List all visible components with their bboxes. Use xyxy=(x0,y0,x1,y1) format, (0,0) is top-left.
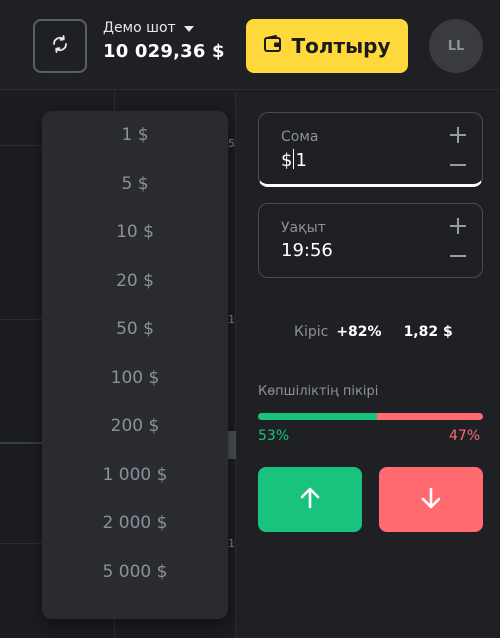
time-field[interactable]: Уақыт 19:56 xyxy=(258,203,483,278)
amount-option[interactable]: 50 $ xyxy=(42,305,228,354)
profit-amount: 1,82 $ xyxy=(403,324,453,340)
amount-option[interactable]: 1 $ xyxy=(42,111,228,160)
amount-dropdown: 1 $ 5 $ 10 $ 20 $ 50 $ 100 $ 200 $ 1 000… xyxy=(42,111,228,619)
minus-icon[interactable] xyxy=(448,155,468,175)
account-type: Демо шот xyxy=(103,20,225,36)
arrow-up-icon xyxy=(299,487,321,513)
axis-tick-label: 1 xyxy=(228,537,235,550)
buy-up-button[interactable] xyxy=(258,467,362,532)
profit-info: Кіріс +82% 1,82 $ xyxy=(294,324,453,340)
account-selector[interactable]: Демо шот 10 029,36 $ xyxy=(103,20,225,62)
sentiment-buy-percent: 53% xyxy=(258,428,290,444)
top-bar: Демо шот 10 029,36 $ Толтыру LL xyxy=(0,0,500,90)
currency-prefix: $ xyxy=(281,150,293,171)
current-price-marker xyxy=(228,431,236,459)
account-balance: 10 029,36 $ xyxy=(103,41,225,62)
amount-option[interactable]: 2 000 $ xyxy=(42,499,228,548)
chevron-down-icon xyxy=(183,25,194,32)
avatar[interactable]: LL xyxy=(429,19,483,73)
trade-panel: Сома $1 Уақыт 19:56 Кіріс +82% 1,82 $ Кө… xyxy=(236,91,500,638)
amount-field[interactable]: Сома $1 xyxy=(258,112,483,187)
axis-tick-label: 5 xyxy=(228,137,235,150)
sentiment-bar xyxy=(258,413,483,420)
amount-label: Сома xyxy=(281,129,319,145)
amount-option[interactable]: 20 $ xyxy=(42,257,228,306)
profit-percent: +82% xyxy=(336,324,382,340)
account-switch-button[interactable] xyxy=(33,19,87,73)
amount-option[interactable]: 10 $ xyxy=(42,208,228,257)
amount-option[interactable]: 1 000 $ xyxy=(42,451,228,500)
sentiment-buy-fill xyxy=(258,413,378,420)
arrow-down-icon xyxy=(420,487,442,513)
amount-input[interactable]: $1 xyxy=(281,149,307,171)
amount-value: 1 xyxy=(295,150,307,171)
profit-label: Кіріс xyxy=(294,324,329,340)
sentiment-title: Көпшіліктің пікірі xyxy=(258,384,379,399)
amount-option[interactable]: 200 $ xyxy=(42,402,228,451)
account-type-label: Демо шот xyxy=(103,20,176,36)
avatar-initials: LL xyxy=(447,38,465,54)
amount-option[interactable]: 5 $ xyxy=(42,160,228,209)
deposit-button-label: Толтыру xyxy=(291,34,391,58)
amount-option[interactable]: 5 000 $ xyxy=(42,548,228,597)
sell-down-button[interactable] xyxy=(379,467,483,532)
sentiment-sell-percent: 47% xyxy=(449,428,481,444)
refresh-icon xyxy=(50,34,70,58)
time-value[interactable]: 19:56 xyxy=(281,240,333,261)
wallet-icon xyxy=(263,34,283,58)
time-label: Уақыт xyxy=(281,220,326,236)
deposit-button[interactable]: Толтыру xyxy=(246,19,408,73)
minus-icon[interactable] xyxy=(448,246,468,266)
amount-option[interactable]: 100 $ xyxy=(42,354,228,403)
plus-icon[interactable] xyxy=(448,216,468,236)
plus-icon[interactable] xyxy=(448,125,468,145)
axis-tick-label: 1 xyxy=(228,313,235,326)
